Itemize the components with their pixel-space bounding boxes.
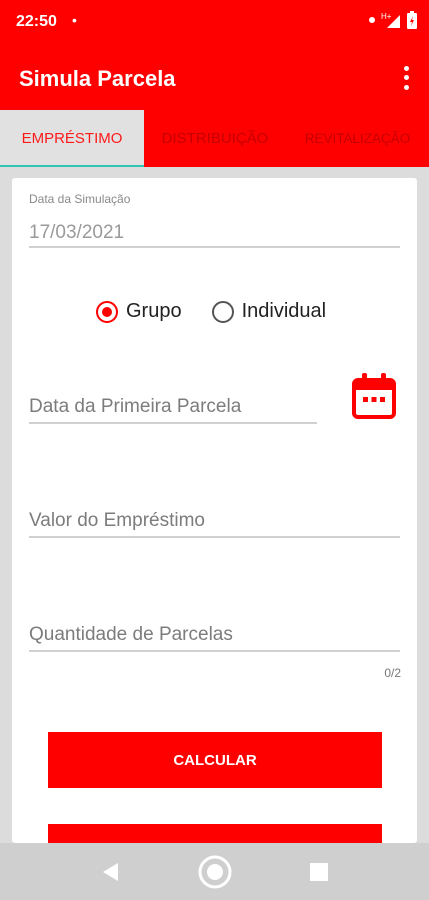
second-action-button[interactable] <box>48 824 382 843</box>
radio-grupo[interactable]: Grupo <box>96 300 182 323</box>
app-title: Simula Parcela <box>19 66 176 91</box>
home-icon[interactable] <box>198 855 232 894</box>
system-nav-bar <box>0 843 429 900</box>
simulation-date-underline <box>29 246 400 248</box>
more-dot <box>403 84 409 90</box>
status-bar: 22:50 • H+ <box>0 0 429 44</box>
app-bar: Simula Parcela <box>0 44 429 110</box>
battery-icon <box>407 11 417 29</box>
installments-counter: 0/2 <box>384 666 401 680</box>
notification-dot: • <box>72 12 77 28</box>
status-dot-icon <box>369 17 375 23</box>
svg-text:H+: H+ <box>381 12 392 21</box>
calendar-icon[interactable] <box>351 372 397 420</box>
first-installment-underline <box>29 422 317 424</box>
more-options-icon[interactable] <box>397 64 415 92</box>
tab-emprestimo[interactable]: EMPRÉSTIMO <box>0 110 144 167</box>
simulation-date-field: 17/03/2021 <box>29 222 125 243</box>
installments-underline <box>29 650 400 652</box>
more-dot <box>403 66 409 72</box>
signal-icon: H+ <box>381 11 401 29</box>
status-time: 22:50 <box>16 13 57 30</box>
form-card: Data da Simulação 17/03/2021 Grupo Indiv… <box>12 178 417 843</box>
first-installment-date-input[interactable]: Data da Primeira Parcela <box>29 396 241 418</box>
calculate-button[interactable]: CALCULAR <box>48 732 382 788</box>
simulation-date-label: Data da Simulação <box>29 192 131 206</box>
back-icon[interactable] <box>100 861 120 888</box>
radio-individual[interactable]: Individual <box>211 300 327 323</box>
radio-individual-label: Individual <box>241 300 327 322</box>
tab-revitalizacao[interactable]: REVITALIZAÇÃO <box>286 110 429 167</box>
loan-amount-underline <box>29 536 400 538</box>
status-icons: H+ <box>369 11 417 29</box>
tab-bar: EMPRÉSTIMO DISTRIBUIÇÃO REVITALIZAÇÃO <box>0 110 429 167</box>
installments-quantity-input[interactable]: Quantidade de Parcelas <box>29 624 233 646</box>
radio-unchecked-icon <box>211 300 234 323</box>
more-dot <box>403 75 409 81</box>
recent-apps-icon[interactable] <box>310 863 328 886</box>
loan-amount-input[interactable]: Valor do Empréstimo <box>29 510 205 532</box>
radio-grupo-label: Grupo <box>126 300 182 322</box>
tab-distribuicao[interactable]: DISTRIBUIÇÃO <box>144 110 286 167</box>
group-type-radio-group: Grupo Individual <box>96 300 326 323</box>
radio-checked-icon <box>96 300 118 323</box>
